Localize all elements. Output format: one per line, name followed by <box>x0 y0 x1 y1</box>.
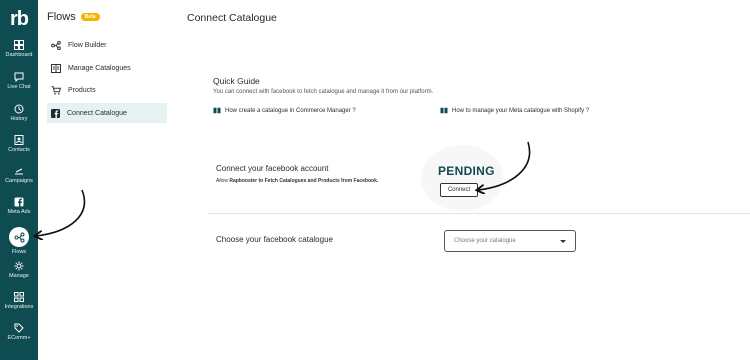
sidebar-item-label: Products <box>68 86 96 94</box>
flows-sidebar: Flows Beta Flow Builder Manage Catalogue… <box>38 0 171 360</box>
sidebar-item-flow-builder[interactable]: Flow Builder <box>47 35 167 55</box>
flow-builder-icon <box>51 40 61 50</box>
rail-item-meta-ads[interactable]: Meta Ads <box>0 197 38 215</box>
guide-link-label: How to manage your Meta catalogue with S… <box>452 107 590 114</box>
chat-icon <box>14 72 24 82</box>
sidebar-item-label: Manage Catalogues <box>68 64 131 72</box>
sidebar-title: Flows <box>47 11 76 23</box>
description-prefix: Allow <box>216 178 228 184</box>
contacts-icon <box>14 135 24 145</box>
rail-label: Integrations <box>4 304 34 310</box>
active-indicator <box>9 227 29 247</box>
rail-label: Dashboard <box>5 52 33 58</box>
catalogue-select[interactable]: Choose your catalogue <box>444 230 576 252</box>
quick-guide-title: Quick Guide <box>213 76 260 86</box>
rail-label: Live Chat <box>7 84 31 90</box>
rail-label: Manage <box>9 273 29 279</box>
rail-label: Meta Ads <box>7 209 31 215</box>
rail-label: Flows <box>11 249 27 255</box>
guide-link-commerce-manager[interactable]: How create a catalogue in Commerce Manag… <box>213 107 356 114</box>
flows-icon <box>14 232 24 242</box>
rail-item-manage[interactable]: Manage <box>0 261 38 279</box>
rail-item-contacts[interactable]: Contacts <box>0 135 38 153</box>
campaigns-icon <box>15 168 23 175</box>
left-rail: rb Dashboard Live Chat History Contacts … <box>0 0 38 360</box>
catalogue-select-placeholder: Choose your catalogue <box>454 238 516 244</box>
guide-link-label: How create a catalogue in Commerce Manag… <box>225 107 356 114</box>
facebook-account-title: Connect your facebook account <box>216 164 329 173</box>
sidebar-item-label: Flow Builder <box>68 41 107 49</box>
rail-item-ecomm[interactable]: EComm+ <box>0 323 38 341</box>
highlight-glow <box>421 145 503 211</box>
rail-item-dashboard[interactable]: Dashboard <box>0 40 38 58</box>
sidebar-header: Flows Beta <box>47 11 100 23</box>
chevron-down-icon <box>560 239 566 243</box>
rail-label: History <box>10 116 28 122</box>
facebook-account-description: Allow Rapbooster to Fetch Catalogues and… <box>216 178 378 184</box>
tag-icon <box>14 323 24 333</box>
sidebar-item-manage-catalogues[interactable]: Manage Catalogues <box>47 58 167 78</box>
rail-item-live-chat[interactable]: Live Chat <box>0 72 38 90</box>
rail-item-integrations[interactable]: Integrations <box>0 292 38 310</box>
pending-status: PENDING <box>438 164 495 178</box>
rail-label: Contacts <box>8 147 30 153</box>
catalogue-icon <box>51 63 61 73</box>
sidebar-item-products[interactable]: Products <box>47 80 167 100</box>
book-icon <box>440 107 448 114</box>
brand-logo[interactable]: rb <box>0 8 38 31</box>
facebook-icon <box>14 197 24 207</box>
rail-item-campaigns[interactable]: Campaigns <box>0 166 38 184</box>
book-icon <box>213 107 221 114</box>
sidebar-item-connect-catalogue[interactable]: Connect Catalogue <box>47 103 167 123</box>
catalogue-title: Choose your facebook catalogue <box>216 235 333 244</box>
rail-item-flows[interactable]: Flows <box>0 227 38 255</box>
integrations-icon <box>14 292 24 302</box>
rail-label: Campaigns <box>5 178 33 184</box>
guide-link-shopify[interactable]: How to manage your Meta catalogue with S… <box>440 107 589 114</box>
quick-guide-description: You can connect with facebook to fetch c… <box>213 89 434 95</box>
rail-label: EComm+ <box>7 335 31 341</box>
cart-icon <box>51 85 61 95</box>
dashboard-icon <box>14 40 24 50</box>
beta-badge: Beta <box>80 13 100 21</box>
main-content: Connect Catalogue Quick Guide You can co… <box>171 0 750 360</box>
gear-icon <box>14 261 24 271</box>
facebook-icon <box>51 108 60 118</box>
history-icon <box>14 104 24 114</box>
description-bold: Rapbooster to Fetch Catalogues and Produ… <box>229 178 379 184</box>
connect-button[interactable]: Connect <box>440 183 478 197</box>
page-title: Connect Catalogue <box>187 12 277 24</box>
section-divider <box>208 213 750 214</box>
rail-item-history[interactable]: History <box>0 104 38 122</box>
sidebar-item-label: Connect Catalogue <box>67 109 127 117</box>
